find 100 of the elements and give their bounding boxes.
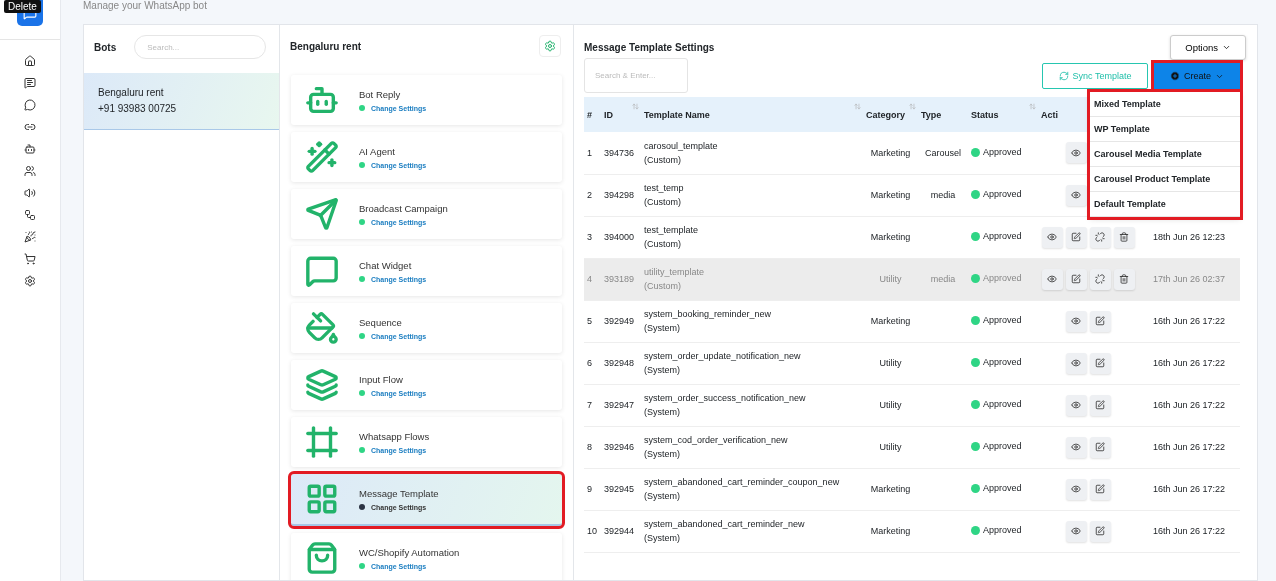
status-dot [971,441,980,451]
view-button[interactable] [1065,478,1087,500]
edit-button[interactable] [1065,268,1087,290]
edit-button[interactable] [1089,478,1111,500]
edit-icon [1095,526,1105,536]
table-cell: carosoul_template (Custom) [644,140,718,165]
frame-icon [305,425,339,459]
view-button[interactable] [1065,310,1087,332]
view-button[interactable] [1065,394,1087,416]
status-dot [971,273,980,283]
cart-icon[interactable] [24,253,36,265]
menu-item[interactable]: Carousel Product Template [1090,167,1240,192]
menu-item[interactable]: Carousel Media Template [1090,142,1240,167]
settings-button[interactable] [539,35,561,57]
column-header[interactable]: Category [863,97,918,132]
status-text: Approved [983,188,1022,202]
edit-button[interactable] [1089,520,1111,542]
workflow-icon[interactable] [24,209,36,221]
bot-item[interactable]: Bengaluru rent +91 93983 00725 [84,73,279,130]
feature-title: Whatsapp Flows [359,430,430,442]
table-cell: 394000 [604,232,635,242]
search-field[interactable]: Search... [134,35,267,59]
status-text: Approved [983,146,1022,159]
table-cell: 16th Jun 26 17:22 [1152,484,1226,494]
robot-icon[interactable] [24,143,36,155]
view-icon [1071,147,1081,158]
paper-plane-icon [305,197,339,231]
table-cell: Marketing [870,526,911,536]
unlink-button[interactable] [1089,226,1111,248]
table-cell: 392945 [604,484,635,494]
options-button[interactable]: Options [1170,35,1246,60]
column-header: # [584,97,601,132]
table-cell: Marketing [870,484,911,494]
delete-button[interactable] [1113,268,1135,290]
status-dot [359,563,365,569]
table-cell: 392946 [604,442,635,452]
table-cell: 393189 [604,274,635,284]
status-text: Approved [983,524,1022,538]
view-button[interactable] [1065,184,1087,206]
menu-item[interactable]: Mixed Template [1090,92,1240,117]
layers-icon [305,368,339,402]
message-icon[interactable] [24,77,36,89]
feature-title: AI Agent [359,145,396,157]
unlink-button[interactable] [1089,268,1111,290]
edit-button[interactable] [1089,436,1111,458]
table-cell: Marketing [870,232,911,242]
table-cell: 2 [587,190,592,200]
party-popper-icon[interactable] [24,231,36,243]
edit-icon [1095,358,1105,368]
status-text: Approved [983,356,1022,370]
link-icon[interactable] [24,121,36,133]
view-button[interactable] [1041,226,1063,248]
status-dot [971,399,980,409]
table-cell: 3 [587,232,592,242]
edit-button[interactable] [1065,226,1087,248]
users-icon[interactable] [24,165,36,177]
panel-title: Message Template Settings [584,42,715,53]
edit-icon [1095,400,1105,410]
column-header: Type [918,97,968,132]
plus-icon [1170,71,1180,81]
edit-button[interactable] [1089,352,1111,374]
table-cell: Utility [879,274,902,284]
search-field[interactable]: Search & Enter... [584,58,688,93]
feature-title: Sequence [359,316,403,328]
status-dot [359,390,365,396]
create-button[interactable]: Create [1154,63,1240,89]
speaker-icon[interactable] [24,187,36,199]
table-cell: 8 [587,442,592,452]
home-icon[interactable] [24,55,36,67]
edit-button[interactable] [1089,394,1111,416]
view-button[interactable] [1065,142,1087,164]
chat-bubble-icon [305,254,339,288]
grid-icon [305,482,339,516]
table-cell: Marketing [870,147,911,158]
status-dot [359,447,365,453]
feature-title: WC/Shopify Automation [359,546,460,558]
table-cell: 392944 [604,526,635,536]
edit-icon [1095,316,1105,326]
status-dot [971,147,980,157]
table-cell: utility_template (Custom) [644,267,705,291]
column-header[interactable]: ID [601,97,641,132]
settings-icon[interactable] [24,275,36,287]
feature-title: Input Flow [359,373,404,385]
column-header[interactable]: Template Name [641,97,863,132]
feature-title: Message Template [359,487,439,499]
view-button[interactable] [1041,268,1063,290]
menu-item[interactable]: WP Template [1090,117,1240,142]
table-cell: Carousel [925,147,961,158]
table-cell: 17th Jun 26 02:37 [1152,274,1226,284]
view-button[interactable] [1065,436,1087,458]
menu-item[interactable]: Default Template [1090,192,1240,217]
table-cell: test_temp (Custom) [644,183,684,207]
view-button[interactable] [1065,520,1087,542]
view-button[interactable] [1065,352,1087,374]
column-header[interactable]: Status [968,97,1038,132]
edit-button[interactable] [1089,310,1111,332]
delete-icon [1119,232,1129,242]
chat-bubble-icon[interactable] [24,99,36,111]
status-text: Approved [983,230,1022,244]
delete-button[interactable] [1113,226,1135,248]
